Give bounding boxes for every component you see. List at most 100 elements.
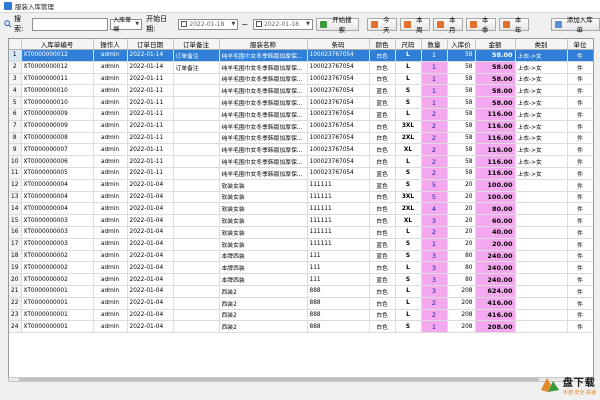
cell-amt[interactable]: 208.00 xyxy=(475,320,516,334)
cell-amt[interactable]: 116.00 xyxy=(475,108,516,121)
column-header[interactable]: 颜色 xyxy=(369,39,396,50)
cell-amt[interactable]: 58.00 xyxy=(475,96,516,109)
cell-qty[interactable]: 2 xyxy=(421,132,448,145)
cell-unit[interactable]: 件 xyxy=(567,73,593,86)
cell-op[interactable]: admin xyxy=(93,96,128,109)
cell-amt[interactable]: 58.00 xyxy=(475,61,516,74)
cell-color[interactable]: 白色 xyxy=(369,297,396,310)
cell-note[interactable] xyxy=(173,179,220,192)
cell-cat[interactable] xyxy=(515,214,568,227)
cell-code[interactable]: 888 xyxy=(307,297,370,310)
cell-code[interactable]: 888 xyxy=(307,285,370,298)
checkbox-icon[interactable] xyxy=(256,21,263,27)
cell-price[interactable]: 58 xyxy=(447,108,476,121)
cell-id[interactable]: XT0000000012 xyxy=(21,49,94,62)
cell-cat[interactable] xyxy=(515,250,568,263)
cell-op[interactable]: admin xyxy=(93,179,128,192)
cell-color[interactable]: 蓝色 xyxy=(369,108,396,121)
cell-unit[interactable]: 件 xyxy=(567,179,593,192)
start-search-button[interactable]: 开始搜索 xyxy=(315,16,359,34)
cell-unit[interactable]: 件 xyxy=(567,202,593,216)
cell-color[interactable]: 蓝色 xyxy=(369,250,396,263)
cell-code[interactable]: 111 xyxy=(307,273,370,286)
cell-id[interactable]: XT0000000003 xyxy=(21,226,94,239)
cell-name[interactable]: 纯羊毛围巾女冬季韩版加厚保... xyxy=(219,132,308,145)
cell-date[interactable]: 2022-01-11 xyxy=(127,143,174,157)
cell-name[interactable]: 软装女装 xyxy=(219,226,308,239)
cell-date[interactable]: 2022-01-11 xyxy=(127,155,174,168)
cell-price[interactable]: 20 xyxy=(447,202,476,216)
cell-qty[interactable]: 1 xyxy=(421,320,448,334)
cell-op[interactable]: admin xyxy=(93,261,128,275)
cell-op[interactable]: admin xyxy=(93,285,128,298)
row-number[interactable]: 10 xyxy=(9,155,22,168)
cell-note[interactable] xyxy=(173,238,220,251)
cell-unit[interactable]: 件 xyxy=(567,49,593,62)
cell-amt[interactable]: 416.00 xyxy=(475,297,516,310)
cell-op[interactable]: admin xyxy=(93,167,128,180)
cell-size[interactable]: 3XL xyxy=(395,191,422,204)
table-row[interactable]: 21 XT0000000001 admin 2022-01-04 西装2 888 白色 L 3 2… xyxy=(9,285,593,298)
cell-cat[interactable]: 上衣->女 xyxy=(515,49,568,62)
cell-cat[interactable]: 上衣->女 xyxy=(515,143,568,157)
cell-unit[interactable]: 件 xyxy=(567,250,593,263)
table-row[interactable]: 5 XT0000000010 admin 2022-01-11 纯羊毛围巾女冬季韩版加厚… xyxy=(9,96,593,109)
cell-date[interactable]: 2022-01-04 xyxy=(127,179,174,192)
cell-unit[interactable]: 件 xyxy=(567,297,593,310)
cell-qty[interactable]: 3 xyxy=(421,250,448,263)
cell-size[interactable]: S xyxy=(395,167,422,180)
row-number[interactable]: 18 xyxy=(9,250,22,263)
cell-op[interactable]: admin xyxy=(93,84,128,98)
cell-cat[interactable] xyxy=(515,191,568,204)
cell-qty[interactable]: 2 xyxy=(421,143,448,157)
cell-color[interactable]: 蓝色 xyxy=(369,179,396,192)
cell-note[interactable] xyxy=(173,73,220,86)
cell-price[interactable]: 80 xyxy=(447,273,476,286)
cell-date[interactable]: 2022-01-11 xyxy=(127,120,174,133)
cell-unit[interactable]: 件 xyxy=(567,167,593,180)
cell-code[interactable]: 111111 xyxy=(307,214,370,227)
row-number[interactable]: 24 xyxy=(9,320,22,334)
cell-op[interactable]: admin xyxy=(93,132,128,145)
this-month-button[interactable]: 本月 xyxy=(432,16,463,34)
cell-amt[interactable]: 116.00 xyxy=(475,143,516,157)
table-row[interactable]: 11 XT0000000005 admin 2022-01-11 纯羊毛围巾女冬季韩版加… xyxy=(9,167,593,180)
cell-unit[interactable]: 件 xyxy=(567,320,593,334)
cell-size[interactable]: XL xyxy=(395,143,422,157)
cell-note[interactable] xyxy=(173,320,220,334)
cell-date[interactable]: 2022-01-14 xyxy=(127,61,174,74)
cell-note[interactable] xyxy=(173,120,220,133)
cell-size[interactable]: L xyxy=(395,309,422,322)
cell-name[interactable]: 本牌西装 xyxy=(219,261,308,275)
cell-cat[interactable] xyxy=(515,297,568,310)
cell-amt[interactable]: 40.00 xyxy=(475,226,516,239)
cell-op[interactable]: admin xyxy=(93,226,128,239)
cell-amt[interactable]: 20.00 xyxy=(475,238,516,251)
cell-code[interactable]: 111 xyxy=(307,261,370,275)
table-row[interactable]: 24 XT0000000001 admin 2022-01-04 西装2 888 白色 S 1 2… xyxy=(9,320,593,334)
inbound-grid[interactable]: 入库单编号 操作人 订单日期 订单备注 服装名称 条码 颜色 尺码 数量 入库价… xyxy=(8,38,594,378)
cell-color[interactable]: 白色 xyxy=(369,202,396,216)
cell-code[interactable]: 100023767054 xyxy=(307,155,370,168)
cell-date[interactable]: 2022-01-04 xyxy=(127,214,174,227)
cell-color[interactable]: 蓝色 xyxy=(369,84,396,98)
row-number[interactable]: 12 xyxy=(9,179,22,192)
cell-amt[interactable]: 116.00 xyxy=(475,120,516,133)
cell-note[interactable] xyxy=(173,226,220,239)
cell-note[interactable] xyxy=(173,309,220,322)
cell-cat[interactable]: 上衣->女 xyxy=(515,155,568,168)
cell-size[interactable]: XL xyxy=(395,214,422,227)
column-header[interactable]: 单位 xyxy=(567,39,593,50)
row-number[interactable]: 8 xyxy=(9,132,22,145)
cell-id[interactable]: XT0000000002 xyxy=(21,273,94,286)
cell-date[interactable]: 2022-01-14 xyxy=(127,49,174,62)
column-header[interactable]: 入库单编号 xyxy=(21,39,94,50)
cell-name[interactable]: 软装女装 xyxy=(219,214,308,227)
cell-price[interactable]: 80 xyxy=(447,261,476,275)
cell-amt[interactable]: 100.00 xyxy=(475,191,516,204)
cell-date[interactable]: 2022-01-11 xyxy=(127,132,174,145)
cell-size[interactable]: S xyxy=(395,179,422,192)
cell-unit[interactable]: 件 xyxy=(567,61,593,74)
row-number[interactable]: 11 xyxy=(9,167,22,180)
cell-note[interactable] xyxy=(173,84,220,98)
